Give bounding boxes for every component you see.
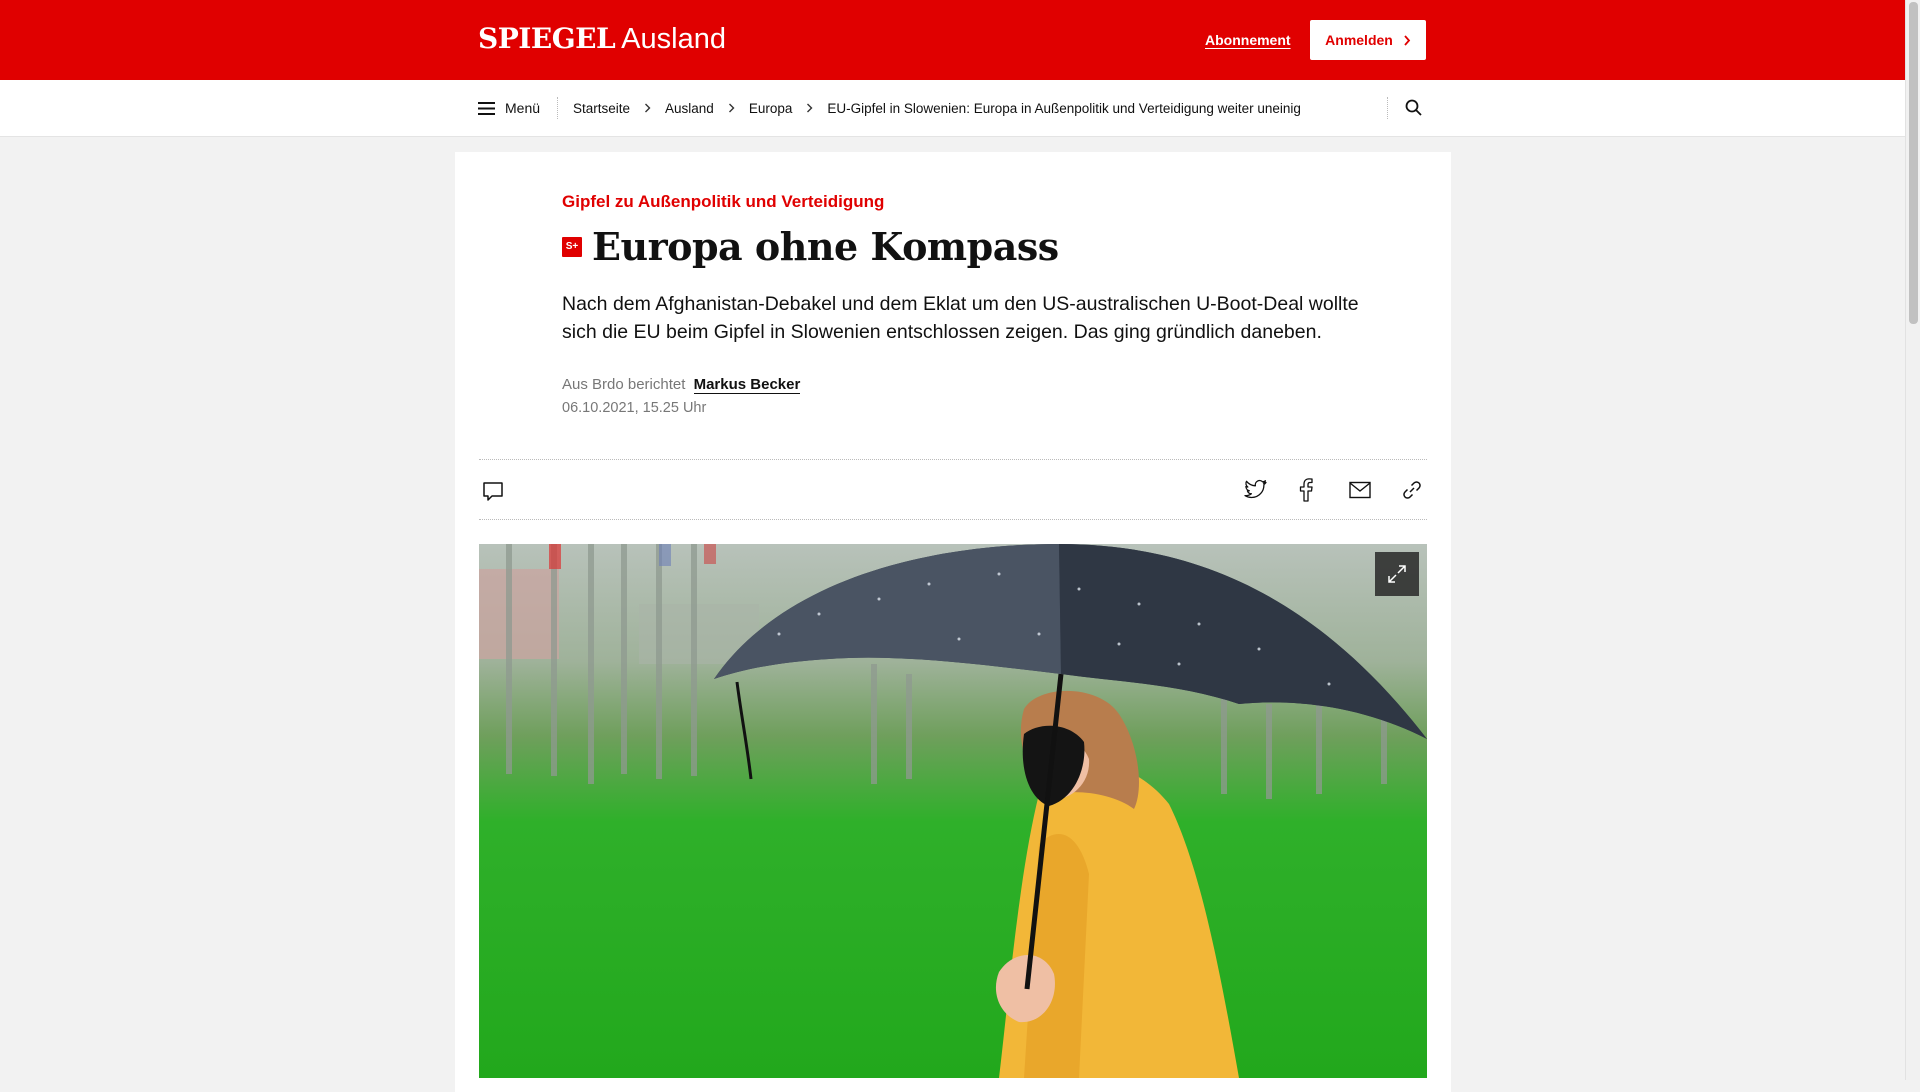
publish-date: 06.10.2021, 15.25 Uhr	[562, 400, 707, 416]
section-name[interactable]: Ausland	[621, 23, 726, 56]
page-scrollbar[interactable]	[1905, 0, 1920, 1080]
chevron-right-icon	[728, 103, 735, 113]
article-headline: Europa ohne Kompass	[592, 224, 1059, 269]
article-kicker: Gipfel zu Außenpolitik und Verteidigung	[562, 192, 885, 211]
spiegel-plus-badge: S+	[562, 236, 582, 257]
subscription-link[interactable]: Abonnement	[1205, 32, 1291, 48]
nav-divider	[557, 97, 558, 119]
login-button-label: Anmelden	[1325, 32, 1393, 48]
menu-label: Menü	[505, 100, 541, 116]
expand-icon	[1388, 565, 1406, 583]
breadcrumb-current: EU-Gipfel in Slowenien: Europa in Außenp…	[827, 100, 1301, 116]
hero-image[interactable]	[479, 544, 1427, 1078]
chevron-right-icon	[807, 103, 813, 113]
article-card: Gipfel zu Außenpolitik und Verteidigung …	[455, 152, 1451, 1092]
breadcrumb-home[interactable]: Startseite	[573, 101, 630, 116]
byline-prefix: Aus Brdo berichtet	[562, 376, 686, 393]
scrollbar-thumb[interactable]	[1909, 2, 1918, 324]
facebook-icon[interactable]	[1299, 478, 1313, 502]
breadcrumb-europa[interactable]: Europa	[749, 101, 793, 116]
search-icon[interactable]	[1405, 99, 1423, 117]
article-teaser: Nach dem Afghanistan-Debakel und dem Ekl…	[562, 293, 1359, 343]
nav-bar: Menü Startseite Ausland Europa EU-Gipfel…	[0, 80, 1905, 137]
expand-image-button[interactable]	[1375, 552, 1419, 596]
chevron-right-icon	[1404, 34, 1411, 46]
byline: Aus Brdo berichtet Markus Becker	[562, 376, 801, 394]
breadcrumb: Startseite Ausland Europa EU-Gipfel in S…	[573, 80, 1301, 136]
author-link[interactable]: Markus Becker	[693, 376, 801, 394]
hero-photo-illustration	[479, 544, 1427, 1078]
link-icon[interactable]	[1401, 479, 1423, 501]
logo-wordmark[interactable]: SPIEGEL	[478, 22, 616, 55]
menu-button[interactable]: Menü	[478, 80, 540, 136]
breadcrumb-ausland[interactable]: Ausland	[665, 101, 714, 116]
site-logo[interactable]: SPIEGEL Ausland	[478, 22, 726, 60]
login-button[interactable]: Anmelden	[1310, 20, 1426, 60]
headline-row: S+ Europa ohne Kompass	[562, 224, 1059, 269]
twitter-icon[interactable]	[1244, 479, 1268, 501]
hamburger-icon	[478, 101, 495, 115]
comment-icon[interactable]	[482, 480, 504, 502]
divider	[479, 519, 1427, 520]
mail-icon[interactable]	[1349, 481, 1371, 499]
nav-divider	[1387, 97, 1388, 119]
divider	[479, 459, 1427, 460]
chevron-right-icon	[645, 103, 651, 113]
top-bar: SPIEGEL Ausland Abonnement Anmelden	[0, 0, 1905, 80]
